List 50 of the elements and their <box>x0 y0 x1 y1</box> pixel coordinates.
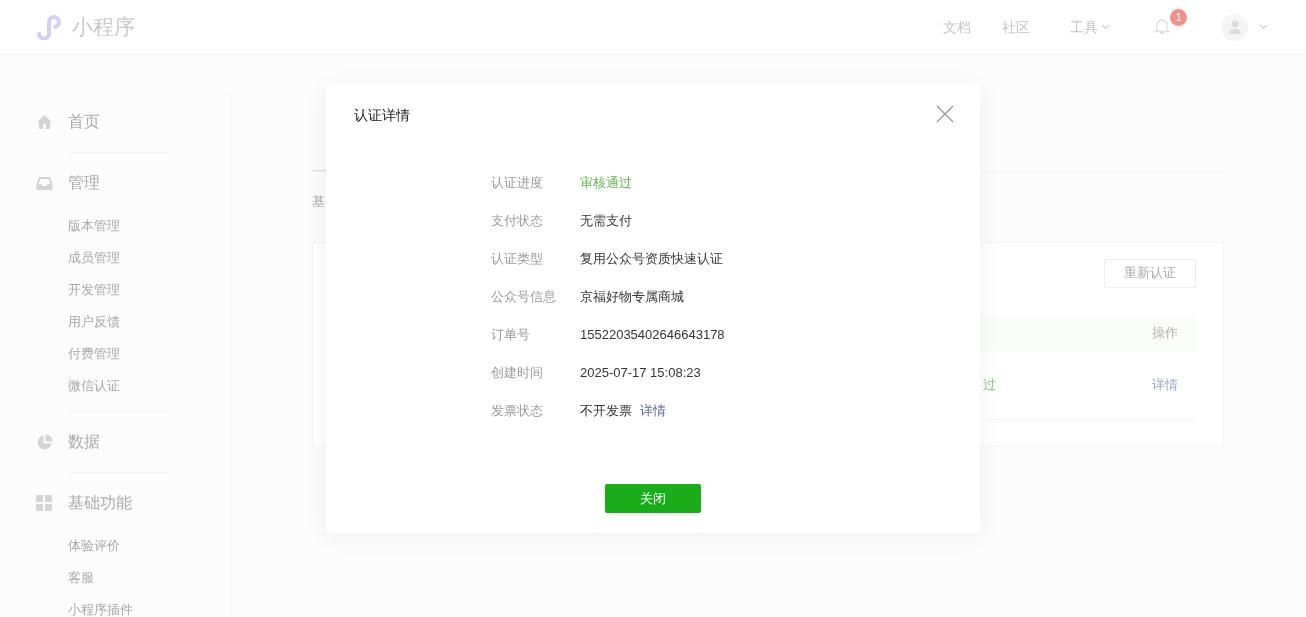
field-value: 2025-07-17 15:08:23 <box>580 364 701 383</box>
notification-button[interactable] <box>1154 18 1170 35</box>
caret-icon <box>1259 24 1268 30</box>
details-link[interactable]: 详情 <box>640 401 666 421</box>
field-value: 复用公众号资质快速认证 <box>580 250 723 269</box>
sidebar-item[interactable]: 版本管理 <box>68 210 120 242</box>
field-label: 认证进度 <box>491 174 544 193</box>
close-icon[interactable] <box>935 104 955 124</box>
recertify-button[interactable]: 重新认证 <box>1104 258 1196 288</box>
field-label: 公众号信息 <box>491 288 557 307</box>
home-icon <box>36 114 53 130</box>
sidebar-group-label[interactable]: 管理 <box>68 171 100 195</box>
sidebar-item[interactable]: 体验评价 <box>68 530 120 562</box>
nav-link[interactable]: 社区 <box>1002 16 1030 38</box>
inbox-icon <box>36 175 53 191</box>
sidebar-item[interactable]: 微信认证 <box>68 370 120 402</box>
field-value: 无需支付 <box>580 212 632 231</box>
field-label: 订单号 <box>491 326 531 345</box>
notification-badge: 1 <box>1170 9 1187 26</box>
field-label: 认证类型 <box>491 250 544 269</box>
dialog-title: 认证详情 <box>353 106 410 125</box>
pie-chart-icon <box>36 433 53 451</box>
sidebar-group-label[interactable]: 数据 <box>68 430 100 454</box>
field-value: 京福好物专属商城 <box>580 288 684 307</box>
sidebar-group-label[interactable]: 基础功能 <box>68 491 132 515</box>
table-cell-text: 过 <box>983 375 996 394</box>
avatar-button[interactable] <box>1221 13 1248 41</box>
field-label: 发票状态 <box>491 402 544 421</box>
logo-icon[interactable] <box>36 14 64 40</box>
sidebar-item[interactable]: 付费管理 <box>68 338 120 370</box>
table-header-cell-text: 操作 <box>1152 324 1178 343</box>
grid-icon <box>36 495 52 511</box>
user-icon <box>1227 20 1242 34</box>
field-value: 不开发票 <box>580 402 632 421</box>
bell-icon <box>1154 18 1170 35</box>
nav-link[interactable]: 文档 <box>943 16 971 38</box>
tab[interactable]: 基 <box>312 192 325 212</box>
field-value: 审核通过 <box>580 174 632 193</box>
field-value: 15522035402646643178 <box>580 326 725 345</box>
field-label: 支付状态 <box>491 212 544 231</box>
sidebar-item[interactable]: 开发管理 <box>68 274 120 306</box>
close-button[interactable]: 关闭 <box>605 484 701 513</box>
sidebar-item[interactable]: 小程序插件 <box>68 594 133 617</box>
details-link[interactable]: 详情 <box>1152 374 1178 395</box>
sidebar-item[interactable]: 用户反馈 <box>68 306 120 338</box>
field-label: 创建时间 <box>491 364 544 383</box>
caret-icon <box>1101 24 1110 30</box>
sidebar-group-label[interactable]: 首页 <box>68 110 100 134</box>
sidebar-item[interactable]: 客服 <box>68 562 94 594</box>
sidebar-item[interactable]: 成员管理 <box>68 242 120 274</box>
